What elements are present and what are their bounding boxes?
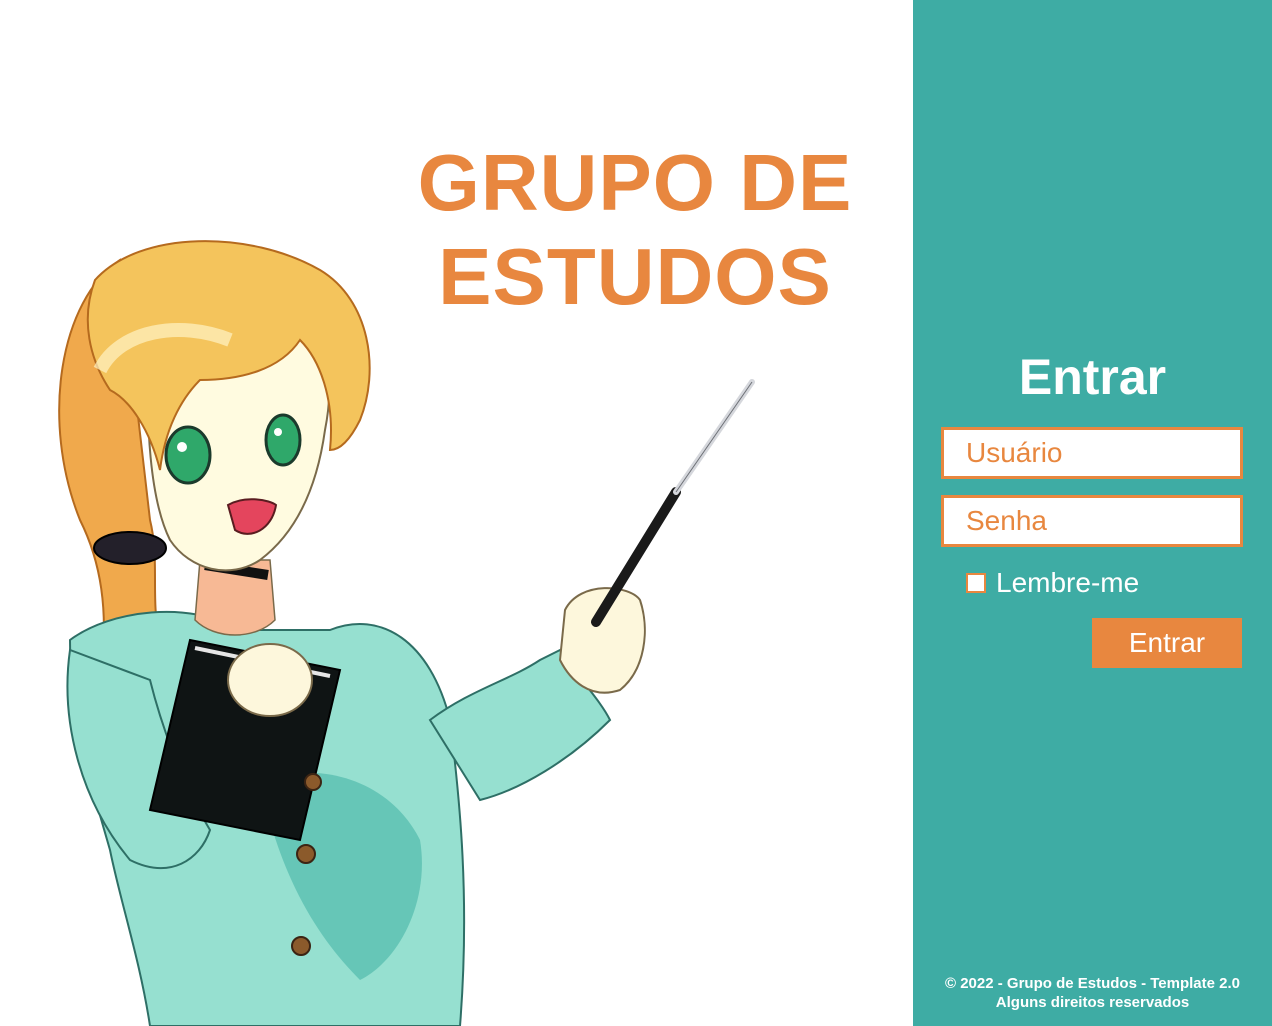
password-input[interactable]: [941, 495, 1243, 547]
main-area: GRUPO DE ESTUDOS: [0, 0, 913, 1026]
remember-me-toggle[interactable]: Lembre-me: [966, 566, 1139, 600]
login-sidebar: Entrar Lembre-me Entrar © 2022 - Grupo d…: [913, 0, 1272, 1026]
remember-me-label: Lembre-me: [996, 567, 1140, 598]
footer-rights: Alguns direitos reservados: [995, 994, 1190, 1011]
footer-copyright: © 2022 - Grupo de Estudos - Template 2.0: [944, 975, 1240, 992]
footer: © 2022 - Grupo de Estudos - Template 2.0…: [913, 974, 1272, 1012]
remember-me-checkbox[interactable]: [966, 573, 986, 593]
username-input[interactable]: [941, 427, 1243, 479]
login-heading: Entrar: [1018, 349, 1167, 405]
login-submit-button[interactable]: Entrar: [1092, 618, 1242, 668]
site-title-line-2: ESTUDOS: [438, 232, 832, 321]
site-title: GRUPO DE ESTUDOS: [400, 136, 870, 324]
site-title-line-1: GRUPO DE: [417, 138, 853, 227]
